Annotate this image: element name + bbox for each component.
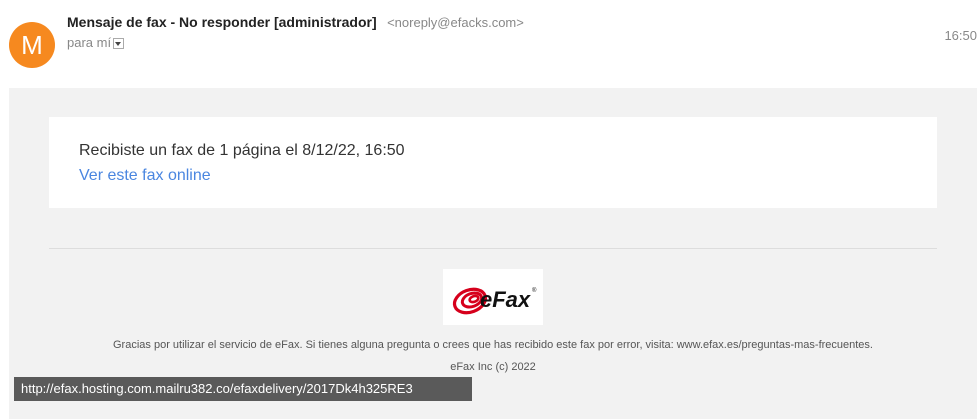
fax-notice-text: Recibiste un fax de 1 página el 8/12/22,…: [79, 142, 405, 159]
view-fax-link[interactable]: Ver este fax online: [79, 167, 211, 185]
recipient-label: para mí: [67, 35, 112, 50]
link-preview-status-bar: http://efax.hosting.com.mailru382.co/efa…: [14, 377, 472, 401]
sender-line: Mensaje de fax - No responder [administr…: [67, 14, 524, 32]
fax-notice-card: Recibiste un fax de 1 página el 8/12/22,…: [49, 117, 937, 208]
efax-logo: eFax ®: [443, 269, 543, 325]
details-dropdown-icon[interactable]: [113, 38, 125, 49]
copyright-text: eFax Inc (c) 2022: [450, 361, 536, 373]
logo-registered-mark: ®: [532, 287, 537, 294]
logo-wordmark: eFax: [480, 287, 531, 312]
email-body: Recibiste un fax de 1 página el 8/12/22,…: [9, 88, 977, 419]
thanks-text: Gracias por utilizar el servicio de eFax…: [113, 339, 873, 351]
email-header: M Mensaje de fax - No responder [adminis…: [0, 0, 979, 86]
sender-email[interactable]: <noreply@efacks.com>: [387, 15, 524, 30]
avatar[interactable]: M: [9, 22, 55, 68]
divider: [49, 248, 937, 249]
timestamp: 16:50: [944, 28, 977, 43]
recipient-line: para mí: [67, 35, 125, 50]
sender-name[interactable]: Mensaje de fax - No responder [administr…: [67, 14, 377, 30]
efax-logo-icon: eFax ®: [452, 287, 537, 315]
